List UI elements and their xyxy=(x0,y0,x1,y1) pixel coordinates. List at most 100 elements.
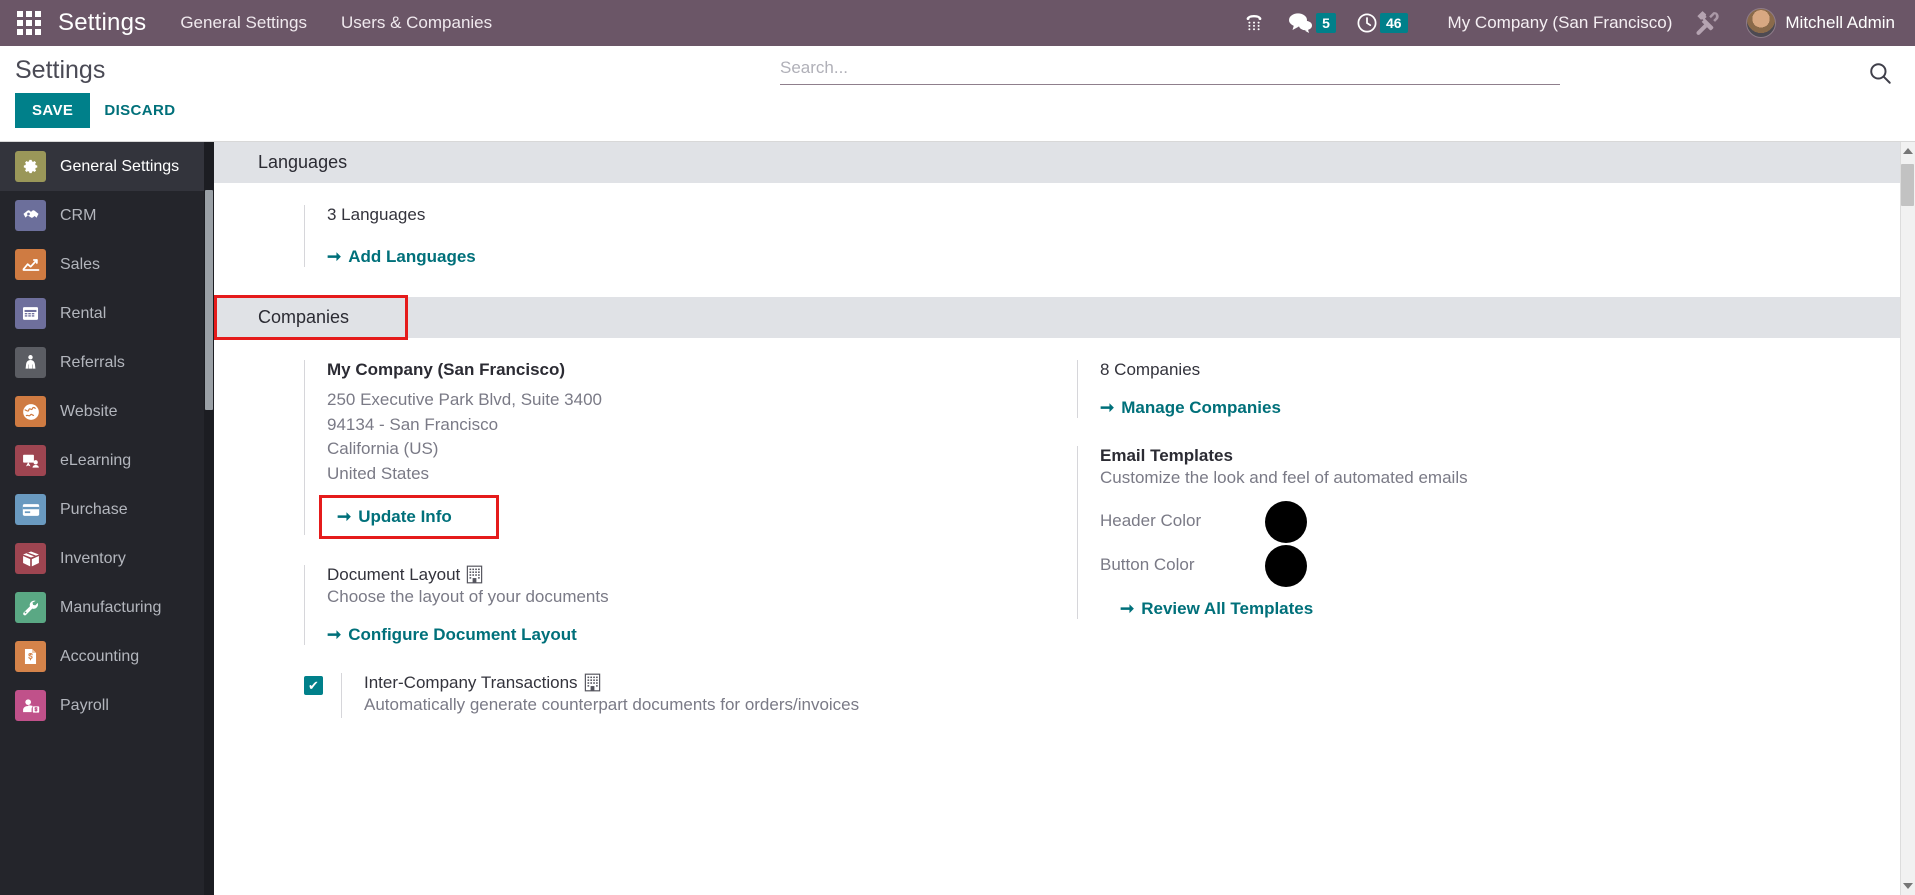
companies-right-column: 8 Companies ➞ Manage Companies Email Tem… xyxy=(1057,338,1900,718)
sidebar-item-label: Website xyxy=(60,402,118,420)
active-company-switcher[interactable]: My Company (San Francisco) xyxy=(1448,13,1673,33)
sidebar-item-label: Manufacturing xyxy=(60,598,162,616)
record-actions: SAVE DISCARD xyxy=(0,93,1915,128)
languages-column: 3 Languages ➞ Add Languages xyxy=(214,183,1057,267)
content-scrollbar-thumb[interactable] xyxy=(1901,164,1914,206)
sidebar-item-label: Purchase xyxy=(60,500,128,518)
setting-divider xyxy=(1077,360,1078,418)
document-layout-row: Document Layout Choose the layout of you… xyxy=(304,535,1057,646)
setting-divider xyxy=(341,673,342,718)
top-navbar: Settings General Settings Users & Compan… xyxy=(0,0,1915,46)
activities-counter[interactable]: 46 xyxy=(1356,12,1408,34)
setting-divider xyxy=(304,360,305,535)
person-gift-icon xyxy=(15,347,46,378)
building-external-link-icon[interactable] xyxy=(466,565,483,584)
company-address-line-2: 94134 - San Francisco xyxy=(327,414,499,434)
arrow-right-icon: ➞ xyxy=(327,247,342,266)
company-info-row: My Company (San Francisco) 250 Executive… xyxy=(304,338,1057,539)
presentation-icon xyxy=(15,445,46,476)
sidebar-item-elearning[interactable]: eLearning xyxy=(0,436,214,485)
chat-bubble-icon xyxy=(1289,13,1313,33)
section-header-companies: Companies xyxy=(214,297,1900,338)
sidebar-item-accounting[interactable]: Accounting xyxy=(0,632,214,681)
setting-divider xyxy=(304,564,305,646)
sidebar-item-label: Accounting xyxy=(60,647,140,665)
inter-company-title: Inter-Company Transactions xyxy=(364,673,578,693)
tools-wrench-icon[interactable] xyxy=(1694,10,1720,36)
sidebar-item-general-settings[interactable]: General Settings xyxy=(0,142,214,191)
inter-company-body: Inter-Company Transactions Automatically… xyxy=(364,673,1057,718)
sidebar-item-inventory[interactable]: Inventory xyxy=(0,534,214,583)
setting-divider xyxy=(1077,446,1078,619)
header-color-swatch[interactable] xyxy=(1265,500,1307,543)
messages-counter[interactable]: 5 xyxy=(1288,12,1336,34)
header-color-row: Header Color xyxy=(1100,500,1900,543)
sidebar-item-rental[interactable]: Rental xyxy=(0,289,214,338)
sidebar-item-referrals[interactable]: Referrals xyxy=(0,338,214,387)
messages-badge-count: 5 xyxy=(1316,13,1336,33)
sidebar-scrollbar[interactable] xyxy=(204,142,214,895)
building-external-link-icon[interactable] xyxy=(584,673,601,692)
discard-button[interactable]: DISCARD xyxy=(90,93,189,128)
update-info-wrap: ➞ Update Info xyxy=(319,494,499,539)
email-templates-row: Email Templates Customize the look and f… xyxy=(1077,418,1900,619)
sidebar-item-crm[interactable]: CRM xyxy=(0,191,214,240)
credit-card-icon xyxy=(15,494,46,525)
activities-badge-count: 46 xyxy=(1379,13,1408,33)
sidebar-item-sales[interactable]: Sales xyxy=(0,240,214,289)
clock-icon xyxy=(1357,13,1377,33)
phone-dialpad-icon[interactable] xyxy=(1242,11,1266,35)
company-address-line-3: California (US) xyxy=(327,439,439,459)
manage-companies-link[interactable]: ➞ Manage Companies xyxy=(1100,398,1281,418)
configure-document-layout-link[interactable]: ➞ Configure Document Layout xyxy=(327,625,577,645)
inter-company-checkbox[interactable]: ✔ xyxy=(304,676,323,696)
search-icon[interactable] xyxy=(1867,60,1893,91)
sidebar-item-list: General Settings CRM Sales Rental Referrals W… xyxy=(0,142,214,730)
languages-setting-body: 3 Languages ➞ Add Languages xyxy=(327,205,1057,267)
review-all-templates-label: Review All Templates xyxy=(1141,598,1314,618)
button-color-row: Button Color xyxy=(1100,544,1900,587)
document-layout-description: Choose the layout of your documents xyxy=(327,586,609,606)
inter-company-row: ✔ Inter-Company Transactions Automatical… xyxy=(304,645,1057,718)
setting-divider xyxy=(304,205,305,267)
search-input[interactable] xyxy=(780,58,1560,78)
apps-grid-icon[interactable] xyxy=(0,11,58,35)
arrow-right-icon: ➞ xyxy=(1100,398,1115,417)
sidebar-scrollbar-thumb[interactable] xyxy=(205,190,213,410)
button-color-swatch[interactable] xyxy=(1265,544,1307,587)
scroll-down-arrow-icon[interactable] xyxy=(1903,883,1913,889)
sidebar-item-label: CRM xyxy=(60,206,97,224)
update-info-label: Update Info xyxy=(358,506,452,526)
company-info-body: My Company (San Francisco) 250 Executive… xyxy=(319,360,1057,539)
menu-general-settings[interactable]: General Settings xyxy=(180,13,307,33)
scroll-up-arrow-icon[interactable] xyxy=(1903,148,1913,154)
arrow-right-icon: ➞ xyxy=(327,625,342,645)
add-languages-link[interactable]: ➞ Add Languages xyxy=(327,247,476,267)
content-scrollbar[interactable] xyxy=(1900,142,1915,895)
handshake-icon xyxy=(15,200,46,231)
companies-count-body: 8 Companies ➞ Manage Companies xyxy=(1100,360,1900,418)
sidebar-item-manufacturing[interactable]: Manufacturing xyxy=(0,583,214,632)
companies-left-column: My Company (San Francisco) 250 Executive… xyxy=(214,338,1057,718)
sidebar-item-label: Inventory xyxy=(60,549,126,567)
update-info-link[interactable]: ➞ Update Info xyxy=(327,499,458,535)
gear-icon xyxy=(15,151,46,182)
user-menu-name[interactable]: Mitchell Admin xyxy=(1785,13,1895,33)
sidebar-item-website[interactable]: Website xyxy=(0,387,214,436)
settings-content: Languages 3 Languages ➞ Add Languages Co… xyxy=(214,142,1915,895)
page-body: General Settings CRM Sales Rental Referrals W… xyxy=(0,142,1915,895)
sidebar-item-label: Referrals xyxy=(60,353,125,371)
section-header-languages: Languages xyxy=(214,142,1900,183)
review-all-templates-link[interactable]: ➞ Review All Templates xyxy=(1120,599,1313,619)
configure-document-layout-label: Configure Document Layout xyxy=(348,625,577,645)
save-button[interactable]: SAVE xyxy=(15,93,91,128)
email-templates-title: Email Templates xyxy=(1100,446,1233,465)
sidebar-item-label: Payroll xyxy=(60,696,109,714)
payroll-icon xyxy=(15,690,46,721)
sidebar-item-purchase[interactable]: Purchase xyxy=(0,485,214,534)
sidebar-item-payroll[interactable]: Payroll xyxy=(0,681,214,730)
menu-users-companies[interactable]: Users & Companies xyxy=(341,13,492,33)
wrench-icon xyxy=(15,592,46,623)
user-avatar[interactable] xyxy=(1746,8,1777,38)
languages-count: 3 Languages xyxy=(327,205,426,224)
